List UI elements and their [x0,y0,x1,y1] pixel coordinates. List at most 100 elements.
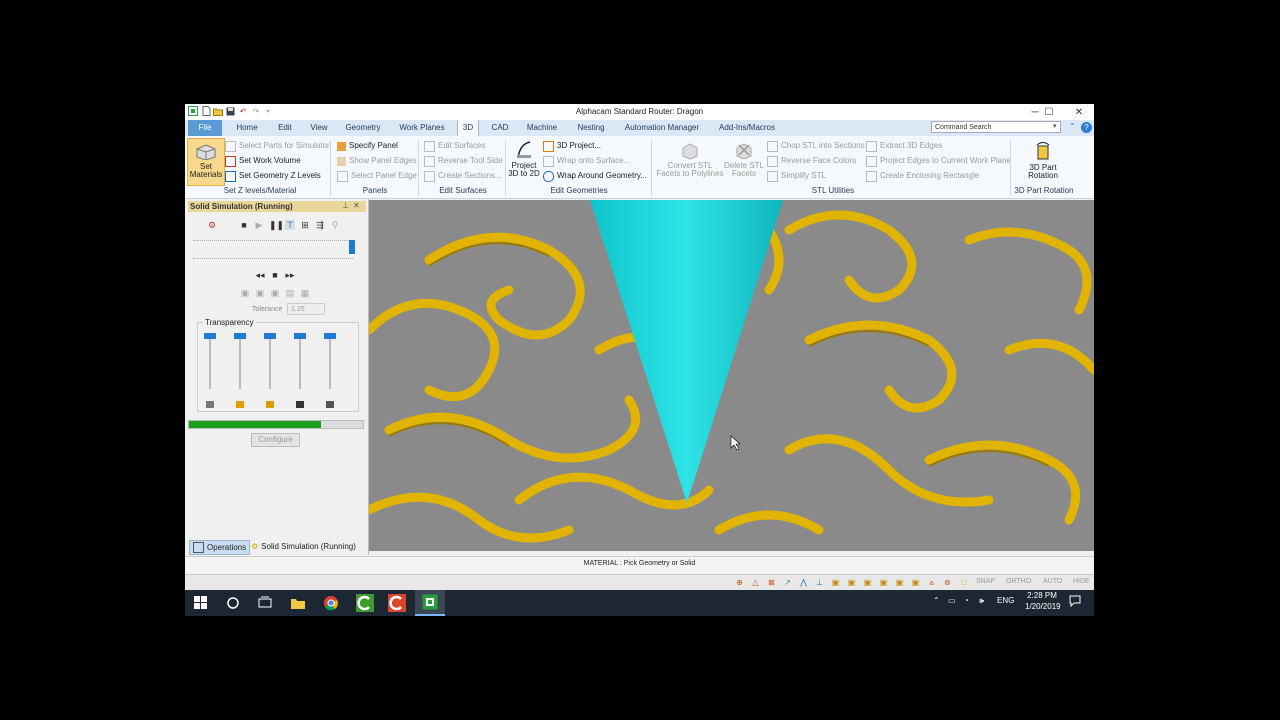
play-icon[interactable]: ▶ [254,220,264,230]
speed-track[interactable] [193,240,353,242]
3d-part-rotation-button[interactable]: 3D Part Rotation [1019,140,1067,180]
3d-project-button[interactable]: 3D Project... [543,140,647,152]
close-panel-icon[interactable]: ✕ [353,201,360,210]
tab-edit[interactable]: Edit [271,120,299,136]
auto-toggle[interactable]: AUTO [1043,578,1062,585]
create-enclosing-rectangle-button[interactable]: Create Enclosing Rectangle [866,170,1011,182]
options-icon[interactable]: ⚲ [330,220,340,230]
alphacam-taskbar-button[interactable] [415,590,445,616]
transparency-track[interactable] [329,333,331,389]
tab-solid-simulation[interactable]: ⚙ Solid Simulation (Running) [248,540,359,553]
transparency-slider-thumb[interactable] [324,333,336,339]
tab-add-ins-macros[interactable]: Add-Ins/Macros [713,120,781,136]
tab-cad[interactable]: CAD [485,120,515,136]
tab-3d[interactable]: 3D [457,120,479,136]
snap-extension-icon[interactable]: ▣ [911,578,920,587]
simplify-stl-button[interactable]: Simplify STL [767,170,865,182]
position-track[interactable] [193,258,353,260]
transparency-track[interactable] [269,333,271,389]
reverse-face-colors-button[interactable]: Reverse Face Colors [767,155,865,167]
position-slider-thumb[interactable] [349,240,355,254]
wrap-around-geometry-button[interactable]: Wrap Around Geometry... [543,170,647,182]
tray-app-icon[interactable]: ▭ [948,596,956,605]
clock[interactable]: 2:28 PM 1/20/2019 [1025,591,1061,611]
tab-home[interactable]: Home [231,120,263,136]
set-materials-button[interactable]: Set Materials [187,138,225,186]
transparency-track[interactable] [239,333,241,389]
network-icon[interactable]: ◔ [964,596,969,605]
export-icon[interactable]: ▣ [240,288,250,298]
snap-mid-icon[interactable]: ⊠ [767,578,776,587]
rewind-icon[interactable]: ◂◂ [255,270,265,280]
specify-panel-button[interactable]: Specify Panel [337,140,417,152]
tab-work-planes[interactable]: Work Planes [393,120,451,136]
transparency-slider-thumb[interactable] [264,333,276,339]
simulate-icon[interactable]: ⚙ [207,220,217,230]
compare-icon[interactable]: ▣ [255,288,265,298]
snap-origin-icon[interactable]: ⊚ [943,578,952,587]
tolerance-input[interactable]: 1.25 [287,303,325,315]
select-panel-edge-button[interactable]: Select Panel Edge [337,170,417,182]
section-view-icon[interactable]: ⊞ [300,220,310,230]
chrome-button[interactable] [323,595,339,611]
snap-tangent-icon[interactable]: ▣ [847,578,856,587]
snap-center-icon[interactable]: ↗ [783,578,792,587]
project-edges-button[interactable]: Project Edges to Current Work Plane [866,155,1011,167]
tab-operations[interactable]: Operations [189,540,251,555]
file-explorer-button[interactable] [290,595,306,611]
delete-stl-facets-button[interactable]: Delete STL Facets [723,140,765,178]
transparency-track[interactable] [299,333,301,389]
close-button[interactable]: ✕ [1065,104,1093,120]
tab-file[interactable]: File [188,120,222,136]
search-button[interactable] [226,596,242,612]
snap-toggle[interactable]: SNAP [976,578,995,585]
help-icon[interactable]: ? [1081,122,1092,133]
command-search-input[interactable]: Command Search [931,121,1061,133]
tab-geometry[interactable]: Geometry [341,120,385,136]
snap-end-icon[interactable]: △ [751,578,760,587]
fast-forward-icon[interactable]: ▸▸ [285,270,295,280]
snap-quadrant-icon[interactable]: ▣ [895,578,904,587]
task-view-button[interactable] [258,596,274,612]
snap-intersect-icon[interactable]: ▣ [879,578,888,587]
notifications-icon[interactable] [1069,595,1081,609]
ortho-toggle[interactable]: ORTHO [1006,578,1031,585]
chop-stl-button[interactable]: Chop STL into Sections [767,140,865,152]
transparency-slider-thumb[interactable] [294,333,306,339]
extract-3d-edges-button[interactable]: Extract 3D Edges [866,140,1011,152]
snap-point-icon[interactable]: ⊕ [735,578,744,587]
volume-icon[interactable]: 🕪 [979,596,984,606]
select-parts-simulator-button[interactable]: Select Parts for Simulator [225,140,330,152]
camtasia-button[interactable] [356,594,374,612]
snap-grid-icon[interactable]: ▣ [831,578,840,587]
tab-view[interactable]: View [305,120,333,136]
measure-icon[interactable]: ▣ [270,288,280,298]
show-panel-edges-button[interactable]: Show Panel Edges [337,155,417,167]
transparency-track[interactable] [209,333,211,389]
maximize-button[interactable]: ☐ [1035,104,1063,120]
set-geometry-z-levels-button[interactable]: Set Geometry Z Levels [225,170,330,182]
step-stop-icon[interactable]: ■ [270,270,280,280]
tab-nesting[interactable]: Nesting [571,120,611,136]
project-3d-to-2d-button[interactable]: Project 3D to 2D [507,140,541,178]
create-sections-button[interactable]: Create Sections... [424,170,503,182]
hide-toggle[interactable]: HIDE [1073,578,1090,585]
reverse-tool-side-button[interactable]: Reverse Tool Side [424,155,503,167]
snap-perp-icon[interactable]: ⊥ [815,578,824,587]
snap-tool-icon[interactable]: ⩟ [927,578,936,587]
transparency-slider-thumb[interactable] [234,333,246,339]
3d-viewport[interactable] [369,200,1094,551]
save-model-icon[interactable]: ▤ [285,288,295,298]
grid-icon[interactable]: ▦ [300,288,310,298]
show-hidden-icons[interactable]: ⌃ [933,596,940,605]
edit-surfaces-button[interactable]: Edit Surfaces [424,140,503,152]
start-button[interactable] [194,596,210,612]
transparency-slider-thumb[interactable] [204,333,216,339]
tab-machine[interactable]: Machine [521,120,563,136]
snap-near-icon[interactable]: ▣ [863,578,872,587]
step-icon[interactable]: ⇶ [315,220,325,230]
tool-view-icon[interactable]: ⊤ [285,220,295,230]
camtasia-recorder-button[interactable] [388,594,406,612]
configure-button[interactable]: Configure [251,433,300,447]
stop-icon[interactable]: ■ [239,220,249,230]
